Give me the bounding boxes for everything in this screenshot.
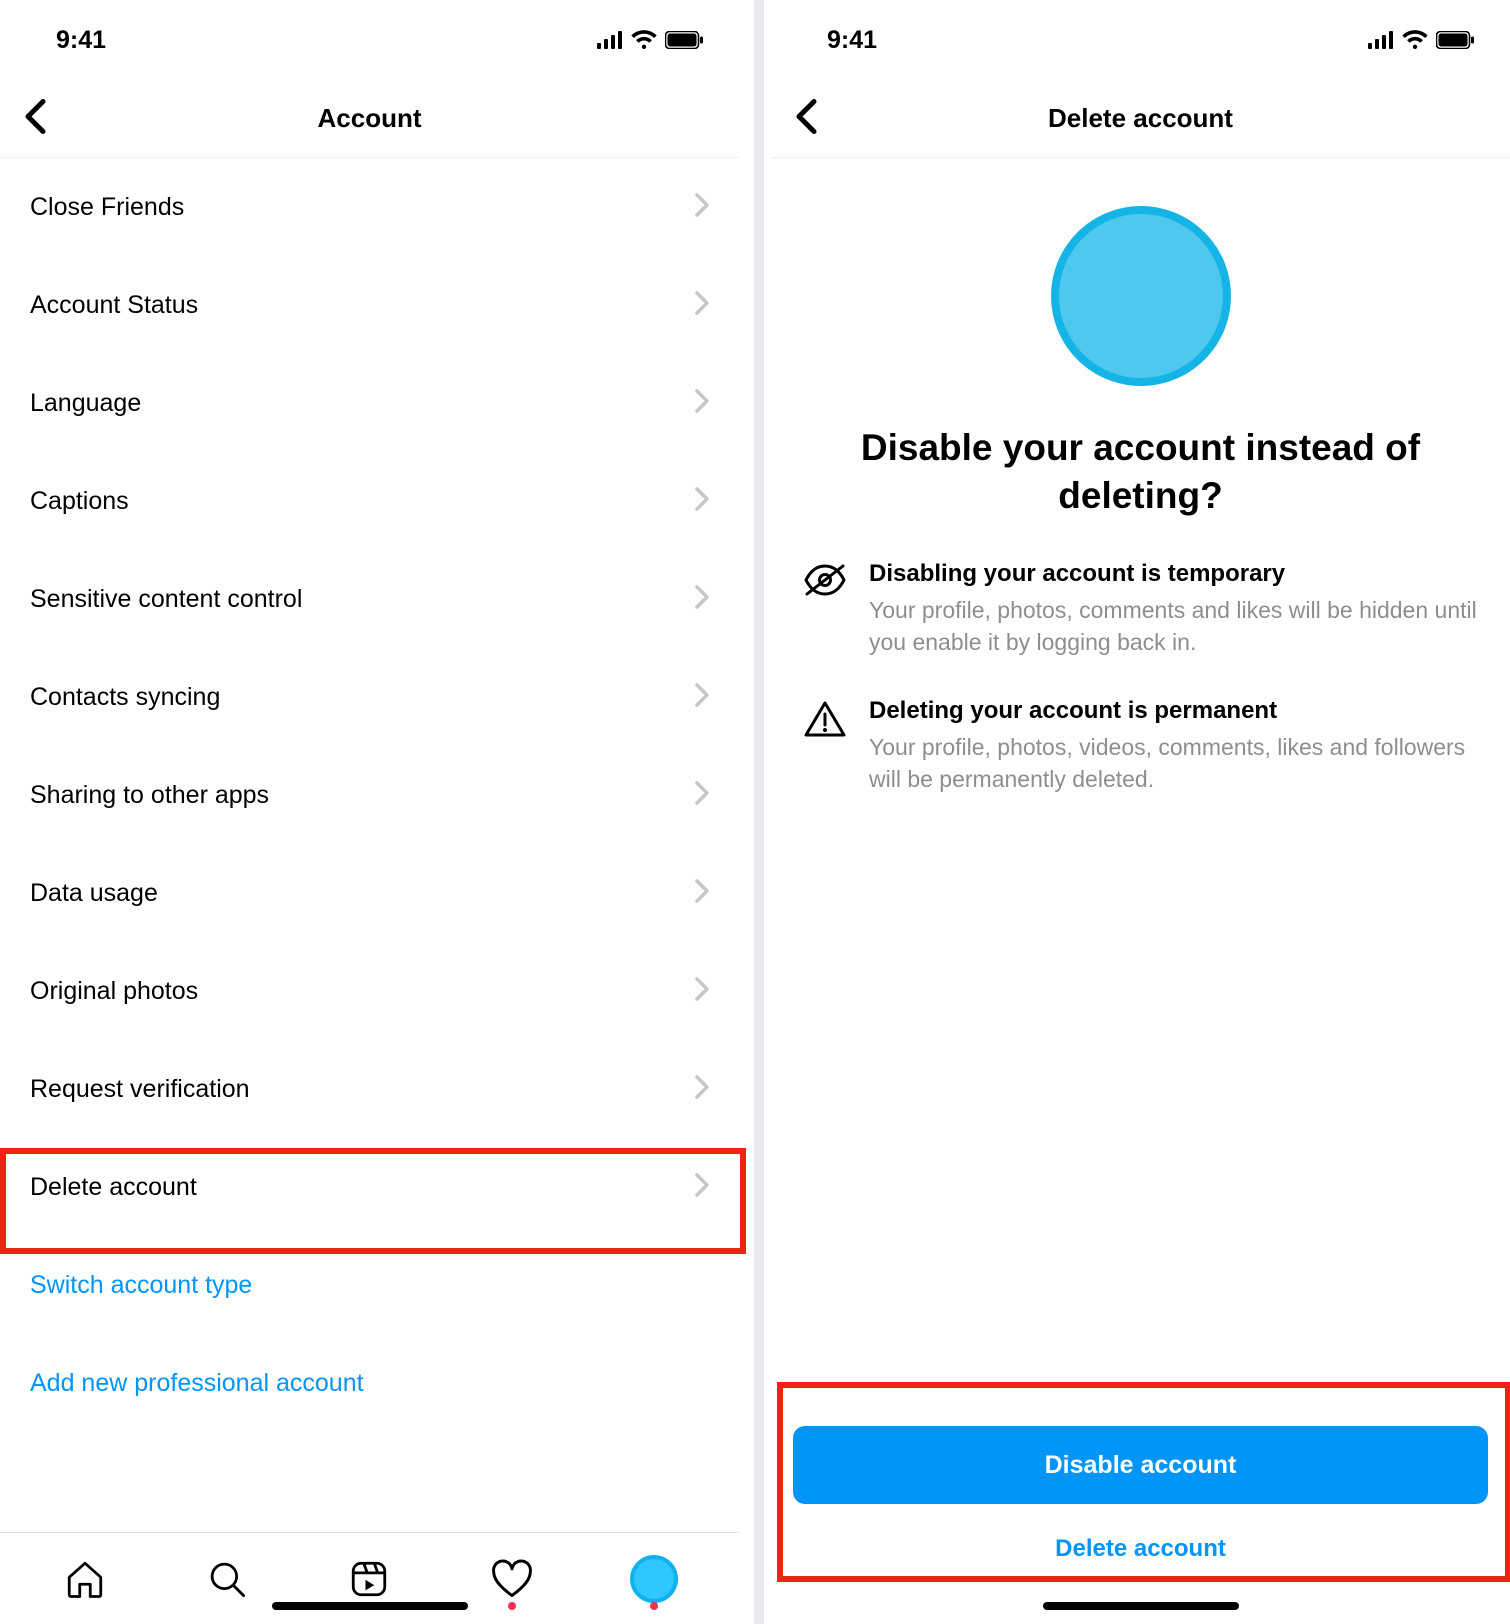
- row-verification[interactable]: Request verification: [0, 1040, 739, 1138]
- warning-icon: [803, 697, 847, 795]
- status-bar: 9:41: [771, 0, 1510, 80]
- row-sharing[interactable]: Sharing to other apps: [0, 746, 739, 844]
- eye-off-icon: [803, 560, 847, 658]
- link-add-professional[interactable]: Add new professional account: [0, 1334, 739, 1432]
- tab-bar: [0, 1532, 739, 1624]
- row-original-photos[interactable]: Original photos: [0, 942, 739, 1040]
- chevron-left-icon: [24, 98, 46, 134]
- chevron-right-icon: [695, 487, 709, 516]
- back-button[interactable]: [783, 88, 829, 149]
- link-label: Switch account type: [30, 1271, 252, 1300]
- nav-bar: Account: [0, 80, 739, 158]
- chevron-right-icon: [695, 781, 709, 810]
- notification-dot: [508, 1602, 516, 1610]
- home-indicator: [272, 1602, 468, 1610]
- block-title: Deleting your account is permanent: [869, 697, 1478, 725]
- row-label: Request verification: [30, 1075, 250, 1104]
- wifi-icon: [1402, 30, 1428, 50]
- row-label: Sharing to other apps: [30, 781, 269, 810]
- reels-icon: [348, 1558, 390, 1600]
- block-body: Your profile, photos, comments and likes…: [869, 594, 1478, 658]
- row-contacts-syncing[interactable]: Contacts syncing: [0, 648, 739, 746]
- block-body: Your profile, photos, videos, comments, …: [869, 731, 1478, 795]
- disable-heading: Disable your account instead of deleting…: [811, 424, 1470, 520]
- row-label: Captions: [30, 487, 129, 516]
- link-switch-account-type[interactable]: Switch account type: [0, 1236, 739, 1334]
- row-close-friends[interactable]: Close Friends: [0, 158, 739, 256]
- profile-circle-icon: [1051, 206, 1231, 386]
- chevron-left-icon: [795, 98, 817, 134]
- row-account-status[interactable]: Account Status: [0, 256, 739, 354]
- chevron-right-icon: [695, 1075, 709, 1104]
- chevron-right-icon: [695, 1173, 709, 1202]
- status-indicators: [1368, 30, 1474, 50]
- delete-account-button[interactable]: Delete account: [793, 1514, 1488, 1584]
- action-buttons: Disable account Delete account: [771, 1406, 1510, 1624]
- heart-icon: [490, 1558, 534, 1600]
- cellular-icon: [597, 31, 623, 49]
- delete-account-content: Disable your account instead of deleting…: [771, 158, 1510, 1406]
- chevron-right-icon: [695, 389, 709, 418]
- disable-account-button[interactable]: Disable account: [793, 1426, 1488, 1504]
- tab-home[interactable]: [50, 1544, 120, 1614]
- row-label: Close Friends: [30, 193, 184, 222]
- status-time: 9:41: [56, 26, 106, 55]
- tab-search[interactable]: [192, 1544, 262, 1614]
- status-time: 9:41: [827, 26, 877, 55]
- block-title: Disabling your account is temporary: [869, 560, 1478, 588]
- notification-dot: [650, 1602, 658, 1610]
- row-label: Data usage: [30, 879, 158, 908]
- back-button[interactable]: [12, 88, 58, 149]
- info-block-temporary: Disabling your account is temporary Your…: [803, 560, 1478, 658]
- profile-avatar-icon: [630, 1555, 678, 1603]
- battery-icon: [665, 31, 703, 49]
- row-data-usage[interactable]: Data usage: [0, 844, 739, 942]
- chevron-right-icon: [695, 193, 709, 222]
- cellular-icon: [1368, 31, 1394, 49]
- row-label: Contacts syncing: [30, 683, 220, 712]
- home-indicator: [1043, 1602, 1239, 1610]
- chevron-right-icon: [695, 879, 709, 908]
- search-icon: [206, 1558, 248, 1600]
- screenshot-divider: [754, 0, 764, 1624]
- row-language[interactable]: Language: [0, 354, 739, 452]
- wifi-icon: [631, 30, 657, 50]
- tab-profile[interactable]: [619, 1544, 689, 1614]
- row-label: Language: [30, 389, 141, 418]
- page-title: Account: [318, 103, 422, 134]
- row-label: Sensitive content control: [30, 585, 302, 614]
- row-label: Delete account: [30, 1173, 197, 1202]
- chevron-right-icon: [695, 291, 709, 320]
- status-indicators: [597, 30, 703, 50]
- chevron-right-icon: [695, 585, 709, 614]
- chevron-right-icon: [695, 683, 709, 712]
- row-sensitive-content[interactable]: Sensitive content control: [0, 550, 739, 648]
- status-bar: 9:41: [0, 0, 739, 80]
- row-captions[interactable]: Captions: [0, 452, 739, 550]
- phone-account-screen: 9:41 Account Close Friends Account Statu…: [0, 0, 739, 1624]
- battery-icon: [1436, 31, 1474, 49]
- row-label: Account Status: [30, 291, 198, 320]
- nav-bar: Delete account: [771, 80, 1510, 158]
- chevron-right-icon: [695, 977, 709, 1006]
- link-label: Add new professional account: [30, 1369, 364, 1398]
- info-block-permanent: Deleting your account is permanent Your …: [803, 697, 1478, 795]
- row-label: Original photos: [30, 977, 198, 1006]
- settings-list: Close Friends Account Status Language Ca…: [0, 158, 739, 1532]
- row-delete-account[interactable]: Delete account: [0, 1138, 739, 1236]
- phone-delete-account-screen: 9:41 Delete account Disable your account…: [771, 0, 1510, 1624]
- home-icon: [64, 1558, 106, 1600]
- page-title: Delete account: [1048, 103, 1233, 134]
- tab-activity[interactable]: [477, 1544, 547, 1614]
